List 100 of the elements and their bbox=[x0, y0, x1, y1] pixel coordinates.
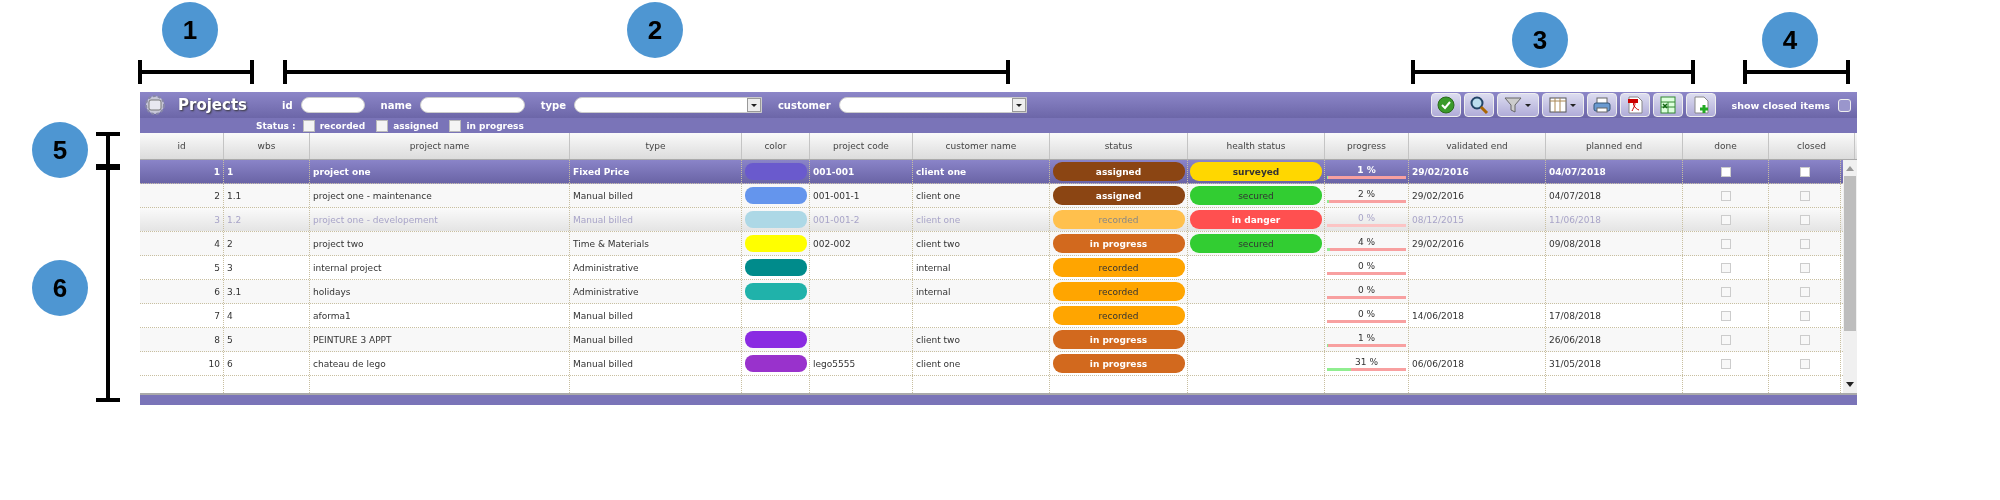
caret-icon bbox=[1011, 98, 1026, 112]
progress-value: 1 % bbox=[1357, 164, 1376, 175]
table-row[interactable]: 7 4 aforma1 Manual billed recorded 0 % 14/06/2018 17/08/2018 bbox=[140, 304, 1843, 328]
page-title: Projects bbox=[178, 96, 248, 114]
checkbox[interactable] bbox=[1799, 238, 1810, 249]
column-header[interactable]: color bbox=[742, 133, 810, 159]
column-header[interactable]: validated end bbox=[1409, 133, 1546, 159]
table-cell: 002-002 bbox=[813, 238, 851, 249]
column-header[interactable]: project name bbox=[310, 133, 570, 159]
column-header[interactable]: type bbox=[570, 133, 742, 159]
checkbox-label: assigned bbox=[393, 120, 439, 131]
status-pill: in progress bbox=[1052, 354, 1185, 373]
status-pill: assigned bbox=[1052, 186, 1185, 205]
table-cell: aforma1 bbox=[313, 310, 351, 321]
status-pill: recorded bbox=[1052, 306, 1185, 325]
callout-number: 6 bbox=[32, 260, 88, 316]
checkbox[interactable] bbox=[1799, 310, 1810, 321]
dropdown-field[interactable] bbox=[838, 97, 1027, 113]
column-header[interactable]: health status bbox=[1188, 133, 1325, 159]
column-header[interactable]: customer name bbox=[913, 133, 1050, 159]
status-pill: recorded bbox=[1052, 210, 1185, 229]
checkbox[interactable] bbox=[1799, 286, 1810, 297]
scroll-down-icon[interactable] bbox=[1845, 381, 1855, 389]
table-row[interactable]: 10 6 chateau de lego Manual billed lego5555 client one in progress 31 % 06/06/2018 31/05/2018 bbox=[140, 352, 1843, 376]
spreadsheet-icon bbox=[1657, 95, 1678, 115]
table-cell: 10 bbox=[208, 358, 220, 369]
checkbox[interactable] bbox=[1720, 190, 1731, 201]
table-cell: internal project bbox=[313, 262, 382, 273]
table-cell: 14/06/2018 bbox=[1412, 310, 1464, 321]
column-header[interactable]: status bbox=[1050, 133, 1188, 159]
scrollbar[interactable] bbox=[1843, 160, 1857, 393]
table-row[interactable]: 8 5 PEINTURE 3 APPT Manual billed client two in progress 1 % 26/06/2018 bbox=[140, 328, 1843, 352]
table-cell: 001-001-1 bbox=[813, 190, 860, 201]
table-row[interactable]: 5 3 internal project Administrative internal recorded 0 % bbox=[140, 256, 1843, 280]
column-header[interactable]: progress bbox=[1325, 133, 1409, 159]
checkbox[interactable] bbox=[1720, 358, 1731, 369]
checkbox[interactable] bbox=[1799, 358, 1810, 369]
toolbar-button[interactable] bbox=[1586, 93, 1617, 117]
checkbox[interactable] bbox=[302, 119, 315, 132]
checkbox[interactable] bbox=[1720, 262, 1731, 273]
checkbox[interactable] bbox=[1720, 286, 1731, 297]
scrollbar-thumb[interactable] bbox=[1844, 176, 1856, 331]
text-field[interactable] bbox=[419, 97, 525, 113]
progress-value: 0 % bbox=[1357, 284, 1376, 295]
table-cell: 04/07/2018 bbox=[1549, 166, 1606, 177]
table-row[interactable]: 4 2 project two Time & Materials 002-002 client two in progress secured 4 % 29/02/2016 09/08/2018 bbox=[140, 232, 1843, 256]
calendar-gear-icon bbox=[142, 93, 168, 117]
checkbox[interactable] bbox=[1720, 238, 1731, 249]
column-header[interactable]: planned end bbox=[1546, 133, 1683, 159]
checkbox[interactable] bbox=[1720, 166, 1731, 177]
toolbar-button[interactable] bbox=[1619, 93, 1650, 117]
toolbar-button[interactable] bbox=[1430, 93, 1461, 117]
toolbar-button[interactable] bbox=[1463, 93, 1494, 117]
text-field[interactable] bbox=[300, 97, 365, 113]
table-cell: Manual billed bbox=[573, 310, 634, 321]
column-header[interactable]: wbs bbox=[224, 133, 310, 159]
toolbar-button[interactable] bbox=[1685, 93, 1716, 117]
callout-number: 4 bbox=[1762, 12, 1818, 68]
printer-icon bbox=[1591, 95, 1612, 115]
table-cell: 3 bbox=[214, 214, 220, 225]
table-row[interactable]: 2 1.1 project one - maintenance Manual billed 001-001-1 client one assigned secured 2 % 29/02/2016 04/07/2018 bbox=[140, 184, 1843, 208]
table-cell: 1 bbox=[213, 166, 220, 177]
progress-value: 0 % bbox=[1357, 212, 1376, 223]
table-cell: 1.2 bbox=[227, 214, 242, 225]
column-header[interactable]: project code bbox=[810, 133, 913, 159]
dropdown-field[interactable] bbox=[573, 97, 762, 113]
table-cell: 4 bbox=[214, 238, 220, 249]
toolbar-button[interactable] bbox=[1652, 93, 1683, 117]
table-row[interactable]: 6 3.1 holidays Administrative internal recorded 0 % bbox=[140, 280, 1843, 304]
table-cell: Administrative bbox=[573, 262, 639, 273]
checkbox[interactable] bbox=[1799, 334, 1810, 345]
table-cell: 29/02/2016 bbox=[1412, 166, 1469, 177]
column-header[interactable]: closed bbox=[1769, 133, 1855, 159]
checkbox[interactable] bbox=[1799, 166, 1810, 177]
table-cell: 4 bbox=[227, 310, 233, 321]
column-header[interactable]: id bbox=[140, 133, 224, 159]
table-row[interactable]: 1 1 project one Fixed Price 001-001 client one assigned surveyed 1 % 29/02/2016 04/07/2018 bbox=[140, 160, 1843, 184]
table-cell: holidays bbox=[313, 286, 351, 297]
table-cell: 29/02/2016 bbox=[1412, 190, 1464, 201]
table-cell: internal bbox=[916, 286, 951, 297]
table-cell: 11/06/2018 bbox=[1549, 214, 1601, 225]
checkbox[interactable] bbox=[1720, 310, 1731, 321]
checkbox[interactable] bbox=[1799, 190, 1810, 201]
caret-icon bbox=[746, 98, 761, 112]
table-cell: 06/06/2018 bbox=[1412, 358, 1464, 369]
progress-value: 4 % bbox=[1357, 236, 1376, 247]
filter-label: Status : bbox=[256, 120, 296, 131]
checkbox[interactable] bbox=[1799, 262, 1810, 273]
scroll-up-icon[interactable] bbox=[1845, 164, 1855, 172]
column-header[interactable]: done bbox=[1683, 133, 1769, 159]
filter-label: name bbox=[380, 99, 412, 111]
checkbox[interactable] bbox=[449, 119, 462, 132]
checkbox[interactable] bbox=[376, 119, 389, 132]
checkbox[interactable] bbox=[1720, 334, 1731, 345]
table-cell: client two bbox=[916, 334, 960, 345]
status-pill: in progress bbox=[1052, 330, 1185, 349]
toolbar-button[interactable] bbox=[1541, 93, 1584, 117]
toolbar-button[interactable] bbox=[1496, 93, 1539, 117]
table-cell: 09/08/2018 bbox=[1549, 238, 1601, 249]
table-cell: Manual billed bbox=[573, 214, 634, 225]
